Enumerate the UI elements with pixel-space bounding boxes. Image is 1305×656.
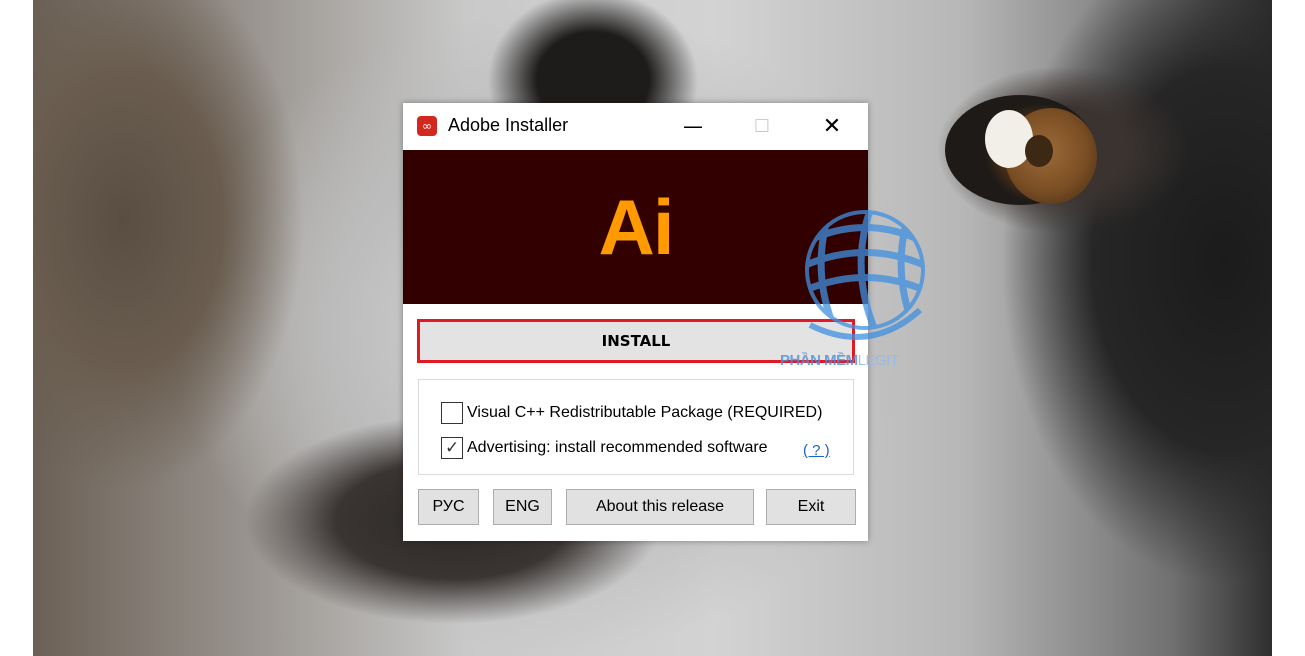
option-advertising-row[interactable]: ✓ Advertising: install recommended softw…: [441, 437, 768, 459]
minimize-button[interactable]: —: [669, 103, 717, 150]
dog-eye-pupil-image: [1025, 135, 1053, 167]
adobe-app-icon: ∞: [417, 116, 437, 136]
install-button-label: INSTALL: [601, 332, 671, 350]
window-title: Adobe Installer: [448, 115, 569, 135]
checkmark-icon: ✓: [445, 438, 460, 458]
language-rus-button[interactable]: РУС: [418, 489, 479, 525]
option-vcpp-row[interactable]: Visual C++ Redistributable Package (REQU…: [441, 402, 822, 424]
watermark-light-text: LEGIT: [857, 352, 899, 369]
maximize-button[interactable]: ☐: [738, 103, 786, 150]
vcpp-label: Visual C++ Redistributable Package (REQU…: [467, 404, 823, 421]
globe-watermark-icon: [805, 210, 925, 340]
about-release-button[interactable]: About this release: [566, 489, 754, 525]
dog-eye-highlight-image: [985, 110, 1033, 168]
vcpp-checkbox[interactable]: [441, 402, 463, 424]
close-button[interactable]: ✕: [808, 103, 856, 150]
advertising-checkbox[interactable]: ✓: [441, 437, 463, 459]
watermark-bold-text: PHẦN MỀM: [780, 352, 858, 369]
help-link[interactable]: ( ? ): [803, 442, 830, 459]
title-bar[interactable]: ∞ Adobe Installer — ☐ ✕: [403, 103, 868, 150]
options-group: Visual C++ Redistributable Package (REQU…: [418, 379, 854, 475]
exit-button[interactable]: Exit: [766, 489, 856, 525]
language-eng-button[interactable]: ENG: [493, 489, 552, 525]
watermark-text: PHẦN MỀMLEGIT: [780, 352, 899, 369]
advertising-label: Advertising: install recommended softwar…: [467, 439, 768, 456]
